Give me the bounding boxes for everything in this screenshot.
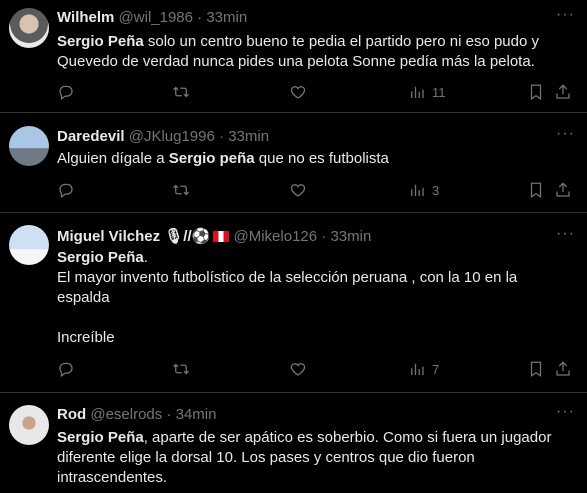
tweet[interactable]: Daredevil @JKlug1996 · 33min ··· Alguien… <box>0 113 587 213</box>
heart-icon <box>290 363 306 376</box>
like-button[interactable] <box>289 83 307 101</box>
author-handle[interactable]: @Mikelo126 <box>234 228 318 245</box>
tweet-header: Daredevil @JKlug1996 · 33min <box>57 128 269 146</box>
bookmark-icon <box>530 361 542 377</box>
timestamp[interactable]: 33min <box>330 228 371 245</box>
peru-flag-icon <box>213 231 230 242</box>
share-icon <box>556 361 570 376</box>
reply-icon <box>59 85 73 100</box>
more-options-icon[interactable]: ··· <box>556 403 575 421</box>
views-button[interactable]: 7 <box>408 360 439 378</box>
mention-bold: Sergio Peña <box>57 33 144 50</box>
reply-button[interactable] <box>57 181 75 199</box>
tweet-text: Sergio Peña. El mayor invento futbolísti… <box>57 248 577 348</box>
views-button[interactable]: 3 <box>408 181 439 199</box>
author-handle[interactable]: @eselrods <box>90 406 162 423</box>
mention-bold: Sergio Peña <box>57 249 144 266</box>
author-name[interactable]: Rod <box>57 406 86 423</box>
views-button[interactable]: 11 <box>408 83 446 101</box>
tweet-text-line: diferente elige la dorsal 10. Los pases … <box>57 449 475 466</box>
tweet[interactable]: Rod @eselrods · 34min ··· Sergio Peña, a… <box>0 393 587 493</box>
bookmark-button[interactable] <box>527 181 545 199</box>
author-handle[interactable]: @wil_1986 <box>119 9 193 26</box>
share-button[interactable] <box>554 83 572 101</box>
tweet-header: Miguel Vilchez 🎙//⚽ @Mikelo126 · 33min <box>57 228 371 246</box>
retweet-button[interactable] <box>172 181 190 199</box>
view-count: 3 <box>432 182 440 198</box>
separator: · <box>166 406 172 423</box>
bookmark-button[interactable] <box>527 360 545 378</box>
avatar[interactable] <box>9 8 49 48</box>
tweet[interactable]: Miguel Vilchez 🎙//⚽ @Mikelo126 · 33min ·… <box>0 213 587 393</box>
tweet-header: Wilhelm @wil_1986 · 33min <box>57 9 247 27</box>
separator: · <box>321 228 327 245</box>
tweet-text-line: El mayor invento futbolístico de la sele… <box>57 269 518 286</box>
bookmark-icon <box>530 84 542 100</box>
reply-icon <box>59 362 73 377</box>
tweet-text-line: espalda <box>57 289 110 306</box>
like-button[interactable] <box>289 181 307 199</box>
separator: · <box>197 9 203 26</box>
share-button[interactable] <box>554 360 572 378</box>
view-count: 7 <box>432 361 440 377</box>
author-name[interactable]: Miguel Vilchez <box>57 228 160 245</box>
retweet-button[interactable] <box>172 360 190 378</box>
reply-icon <box>59 183 73 198</box>
retweet-button[interactable] <box>172 83 190 101</box>
timestamp[interactable]: 34min <box>176 406 217 423</box>
like-button[interactable] <box>289 360 307 378</box>
author-handle[interactable]: @JKlug1996 <box>129 128 215 145</box>
tweet-text: Alguien dígale a Sergio peña que no es f… <box>57 149 577 169</box>
more-options-icon[interactable]: ··· <box>556 125 575 143</box>
author-name-emoji: 🎙//⚽ <box>164 228 211 245</box>
retweet-icon <box>173 86 189 98</box>
author-name[interactable]: Daredevil <box>57 128 125 145</box>
views-icon <box>411 86 424 98</box>
timestamp[interactable]: 33min <box>228 128 269 145</box>
share-button[interactable] <box>554 181 572 199</box>
avatar[interactable] <box>9 405 49 445</box>
avatar[interactable] <box>9 126 49 166</box>
tweet-text-line: que no es futbolista <box>254 150 389 167</box>
mention-bold: Sergio peña <box>168 150 255 167</box>
tweet-text-line: solo un centro bueno te pedia el partido… <box>143 33 539 50</box>
retweet-icon <box>173 184 189 196</box>
tweet[interactable]: Wilhelm @wil_1986 · 33min ··· Sergio Peñ… <box>0 0 587 113</box>
share-icon <box>556 84 570 99</box>
reply-button[interactable] <box>57 83 75 101</box>
more-options-icon[interactable]: ··· <box>556 6 575 24</box>
tweet-header: Rod @eselrods · 34min <box>57 406 216 424</box>
mention-bold: Sergio Peña <box>57 429 144 446</box>
more-options-icon[interactable]: ··· <box>556 225 575 243</box>
separator: · <box>219 128 225 145</box>
share-icon <box>556 182 570 197</box>
tweet-text-line: . <box>143 249 148 266</box>
bookmark-button[interactable] <box>527 83 545 101</box>
bookmark-icon <box>530 182 542 198</box>
heart-icon <box>290 184 306 197</box>
tweet-text-line: intrascendentes. <box>57 469 168 486</box>
retweet-icon <box>173 363 189 375</box>
tweet-text-line: Increíble <box>57 329 115 346</box>
reply-button[interactable] <box>57 360 75 378</box>
action-bar: 11 <box>57 83 572 105</box>
view-count: 11 <box>432 84 446 100</box>
heart-icon <box>290 86 306 99</box>
views-icon <box>411 184 424 196</box>
tweet-text: Sergio Peña, aparte de ser apático es so… <box>57 428 577 488</box>
tweet-text-line: Alguien dígale a <box>57 150 169 167</box>
timestamp[interactable]: 33min <box>206 9 247 26</box>
action-bar: 7 <box>57 360 572 382</box>
views-icon <box>411 363 424 375</box>
avatar[interactable] <box>9 225 49 265</box>
tweet-text-line: Quevedo de verdad nunca pides una pelota… <box>57 53 535 70</box>
tweet-text: Sergio Peña solo un centro bueno te pedi… <box>57 32 577 72</box>
author-name[interactable]: Wilhelm <box>57 9 114 26</box>
action-bar: 3 <box>57 181 572 203</box>
tweet-text-line: , aparte de ser apático es soberbio. Com… <box>143 429 552 446</box>
